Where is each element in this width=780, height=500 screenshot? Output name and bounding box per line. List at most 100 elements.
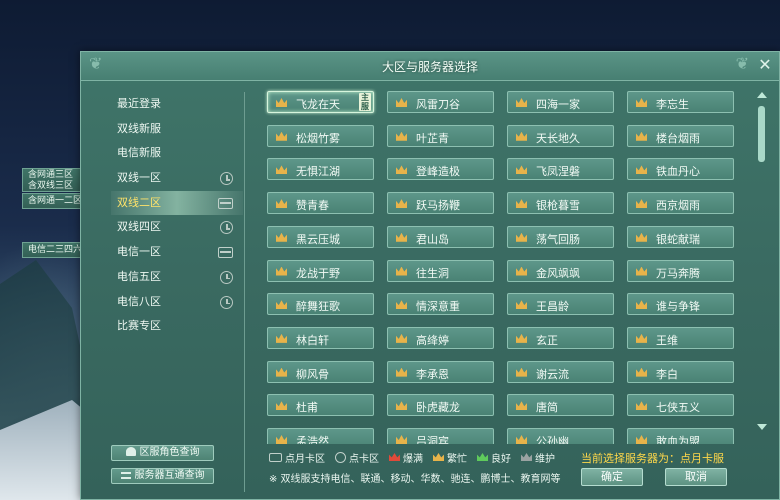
scroll-down-icon[interactable] (757, 424, 767, 430)
sidebar-item[interactable]: 电信新服 (111, 141, 243, 166)
sidebar-item-label: 双线新服 (117, 121, 161, 135)
server-button[interactable]: 公孙幽 (507, 428, 614, 444)
server-button[interactable]: 情深意重 (387, 293, 494, 316)
scroll-up-icon[interactable] (757, 92, 767, 98)
server-button[interactable]: 唐简 (507, 394, 614, 417)
server-button[interactable]: 万马奔腾 (627, 259, 734, 282)
clock-icon (220, 221, 233, 235)
server-button[interactable]: 敢血为盟 (627, 428, 734, 444)
server-button[interactable]: 杜甫 (267, 394, 374, 417)
server-button[interactable]: 叶芷青 (387, 124, 494, 147)
server-button[interactable]: 柳风骨 (267, 360, 374, 383)
server-button[interactable]: 君山岛 (387, 225, 494, 248)
crown-status-icon (396, 435, 407, 444)
server-button[interactable]: 谢云流 (507, 360, 614, 383)
crown-status-icon (636, 266, 647, 276)
legend-busy-label: 繁忙 (447, 453, 467, 465)
legend-full-label: 爆满 (403, 453, 423, 465)
server-button[interactable]: 林白轩 (267, 326, 374, 349)
server-button[interactable]: 七侠五义 (627, 394, 734, 417)
confirm-button[interactable]: 确定 (581, 468, 643, 486)
server-button[interactable]: 往生洞 (387, 259, 494, 282)
sidebar-item[interactable]: 双线四区 (111, 215, 243, 240)
server-button[interactable]: 金风飒飒 (507, 259, 614, 282)
server-name: 跃马扬鞭 (416, 199, 460, 213)
server-button[interactable]: 银枪暮雪 (507, 192, 614, 215)
server-name: 飞凤涅磐 (536, 165, 580, 179)
crown-status-icon (396, 165, 407, 175)
title-bar: ❦ 大区与服务器选择 ❦ ✕ (81, 52, 779, 81)
server-button[interactable]: 飞龙在天 主服 (267, 91, 374, 113)
server-name: 七侠五义 (656, 401, 700, 415)
server-button[interactable]: 荡气回肠 (507, 225, 614, 248)
server-name: 卧虎藏龙 (416, 401, 460, 415)
server-button[interactable]: 孟浩然 (267, 428, 374, 444)
server-button[interactable]: 西京烟雨 (627, 192, 734, 215)
server-button[interactable]: 风雷刀谷 (387, 91, 494, 113)
crown-status-icon (636, 98, 647, 107)
crown-status-icon (276, 131, 287, 141)
cancel-button[interactable]: 取消 (665, 468, 727, 486)
server-button[interactable]: 吕洞宾 (387, 428, 494, 444)
legend-clock-label: 点卡区 (349, 453, 379, 465)
server-button[interactable]: 李白 (627, 360, 734, 383)
server-name: 王维 (656, 333, 678, 347)
server-name: 四海一家 (536, 98, 580, 111)
scrollbar[interactable] (757, 92, 767, 432)
server-button[interactable]: 龙战于野 (267, 259, 374, 282)
maintain-status-icon (521, 453, 532, 461)
sidebar-item[interactable]: 双线新服 (111, 117, 243, 142)
sidebar-item[interactable]: 电信五区 (111, 265, 243, 290)
server-button[interactable]: 谁与争锋 (627, 293, 734, 316)
server-button[interactable]: 四海一家 (507, 91, 614, 113)
crown-status-icon (516, 232, 527, 242)
scroll-thumb[interactable] (758, 106, 765, 162)
sidebar-item[interactable]: 最近登录 (111, 92, 243, 117)
server-grid: 飞龙在天 主服 风雷刀谷 四海一家 李忘生松烟竹雾 叶芷青 天长地久 楼台烟雨无惧江湖 登峰造极… (264, 88, 744, 444)
role-query-button[interactable]: 区服角色查询 (111, 445, 214, 461)
server-button[interactable]: 卧虎藏龙 (387, 394, 494, 417)
server-button[interactable]: 银蛇献瑞 (627, 225, 734, 248)
server-button[interactable]: 楼台烟雨 (627, 124, 734, 147)
crown-status-icon (396, 367, 407, 377)
card-icon (218, 197, 233, 209)
crown-status-icon (276, 98, 287, 107)
interop-query-button[interactable]: 服务器互通查询 (111, 468, 214, 484)
server-button[interactable]: 无惧江湖 (267, 158, 374, 181)
crown-status-icon (276, 232, 287, 242)
server-name: 吕洞宾 (416, 435, 449, 444)
server-button[interactable]: 李忘生 (627, 91, 734, 113)
crown-status-icon (276, 199, 287, 209)
sidebar-item[interactable]: 双线二区 (111, 190, 243, 216)
close-button[interactable]: ✕ (755, 55, 775, 75)
server-button[interactable]: 黑云压城 (267, 225, 374, 248)
server-button[interactable]: 王昌龄 (507, 293, 614, 316)
server-button[interactable]: 王维 (627, 326, 734, 349)
server-name: 无惧江湖 (296, 165, 340, 179)
server-button[interactable]: 李承恩 (387, 360, 494, 383)
sidebar-item[interactable]: 双线一区 (111, 166, 243, 191)
sidebar-item[interactable]: 电信八区 (111, 290, 243, 315)
sidebar-item[interactable]: 电信一区 (111, 240, 243, 265)
server-button[interactable]: 玄正 (507, 326, 614, 349)
sidebar-item[interactable]: 比赛专区 (111, 314, 243, 339)
server-button[interactable]: 天长地久 (507, 124, 614, 147)
server-button[interactable]: 跃马扬鞭 (387, 192, 494, 215)
crown-status-icon (636, 232, 647, 242)
server-button[interactable]: 铁血丹心 (627, 158, 734, 181)
legend-good-label: 良好 (491, 453, 511, 465)
server-button[interactable]: 松烟竹雾 (267, 124, 374, 147)
server-button[interactable]: 醉舞狂歌 (267, 293, 374, 316)
server-button[interactable]: 登峰造极 (387, 158, 494, 181)
server-button[interactable]: 赞青春 (267, 192, 374, 215)
server-button[interactable]: 飞凤涅磐 (507, 158, 614, 181)
server-name: 杜甫 (296, 401, 318, 415)
server-name: 风雷刀谷 (416, 98, 460, 111)
crown-status-icon (636, 333, 647, 343)
server-button[interactable]: 高绛婷 (387, 326, 494, 349)
server-name: 金风飒飒 (536, 266, 580, 280)
clock-icon (220, 295, 233, 309)
server-name: 往生洞 (416, 266, 449, 280)
sidebar-item-label: 最近登录 (117, 97, 161, 110)
server-name: 天长地久 (536, 131, 580, 145)
